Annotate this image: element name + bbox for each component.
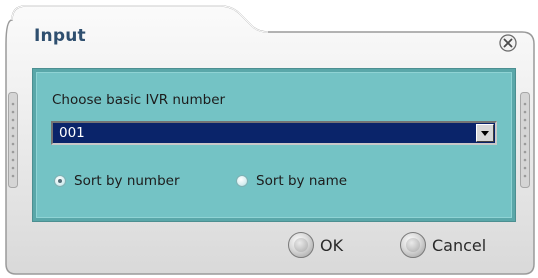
cancel-button-label: Cancel [432,235,487,255]
sort-by-number-label: Sort by number [74,173,180,189]
right-grip-icon [520,92,530,188]
close-icon [499,34,517,52]
radio-checked-icon[interactable] [54,175,66,187]
input-dialog: Input Choose basic IVR number 001 Sort b… [0,0,538,278]
ivr-number-label: Choose basic IVR number [52,92,226,108]
sort-by-name-label: Sort by name [256,173,348,189]
ok-button[interactable]: OK [288,232,343,258]
cancel-button[interactable]: Cancel [400,232,486,258]
ivr-number-select[interactable]: 001 [51,121,497,145]
left-grip-icon [8,92,18,188]
orb-button-icon [288,232,314,258]
sort-by-name-radio[interactable]: Sort by name [236,173,347,189]
close-button[interactable] [498,33,518,53]
select-value: 001 [59,125,85,141]
dropdown-arrow-icon[interactable] [476,124,494,142]
radio-unchecked-icon[interactable] [236,175,248,187]
orb-button-icon [400,232,426,258]
dialog-title: Input [34,26,86,46]
sort-by-number-radio[interactable]: Sort by number [54,173,180,189]
ok-button-label: OK [320,235,344,255]
